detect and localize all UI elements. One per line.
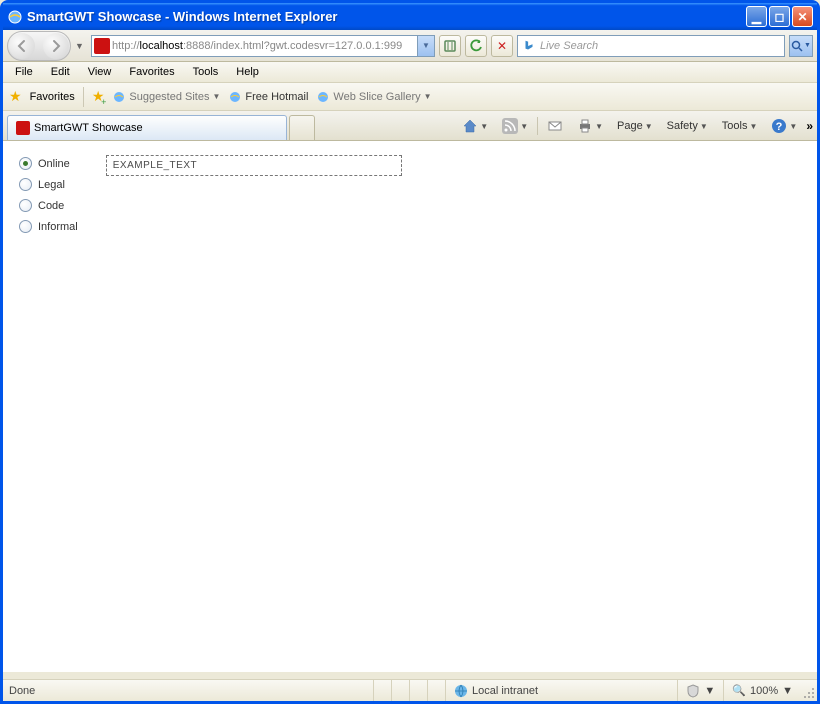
home-icon	[462, 118, 478, 134]
status-panel	[427, 680, 445, 701]
bing-icon	[522, 39, 536, 53]
maximize-button[interactable]: ◻	[769, 6, 790, 27]
separator	[83, 87, 84, 107]
menu-help[interactable]: Help	[228, 63, 267, 81]
menu-favorites[interactable]: Favorites	[121, 63, 182, 81]
suggested-sites-link[interactable]: Suggested Sites ▼	[112, 90, 220, 104]
favorites-bar: ★ Favorites ★+ Suggested Sites ▼ Free Ho…	[3, 83, 817, 111]
tab-bar: SmartGWT Showcase ▼ ▼ ▼ Page▼ Safety▼ To…	[3, 111, 817, 141]
mail-icon	[547, 118, 563, 134]
status-panel	[391, 680, 409, 701]
radio-label: Code	[38, 200, 64, 212]
search-go-button[interactable]: ▼	[789, 35, 813, 57]
status-panel	[373, 680, 391, 701]
add-favorite-icon[interactable]: ★+	[92, 88, 105, 105]
print-icon	[577, 118, 593, 134]
security-zone[interactable]: Local intranet	[445, 680, 585, 701]
refresh-button[interactable]	[465, 35, 487, 57]
minimize-button[interactable]: ▁	[746, 6, 767, 27]
home-button[interactable]: ▼	[457, 115, 493, 137]
navigation-toolbar: ▼ http://localhost:8888/index.html?gwt.c…	[3, 30, 817, 62]
chevron-down-icon: ▼	[424, 92, 432, 101]
chevron-down-icon: ▼	[704, 685, 715, 697]
forward-button[interactable]	[43, 33, 69, 59]
favorites-star-icon[interactable]: ★	[9, 88, 22, 105]
menu-view[interactable]: View	[80, 63, 120, 81]
shield-icon	[686, 684, 700, 698]
radio-control[interactable]	[19, 157, 32, 170]
radio-online[interactable]: Online	[19, 157, 78, 170]
ie-icon	[112, 90, 126, 104]
radio-code[interactable]: Code	[19, 199, 78, 212]
command-bar: ▼ ▼ ▼ Page▼ Safety▼ Tools▼ ? ▼ »	[457, 115, 813, 137]
window-title: SmartGWT Showcase - Windows Internet Exp…	[27, 9, 746, 24]
ie-icon	[228, 90, 242, 104]
example-text-input[interactable]	[106, 155, 402, 176]
chevron-down-icon: ▼	[782, 685, 793, 697]
radio-legal[interactable]: Legal	[19, 178, 78, 191]
menu-file[interactable]: File	[7, 63, 41, 81]
radio-informal[interactable]: Informal	[19, 220, 78, 233]
favorites-label[interactable]: Favorites	[30, 91, 75, 103]
web-slice-link[interactable]: Web Slice Gallery ▼	[316, 90, 431, 104]
overflow-icon[interactable]: »	[806, 119, 813, 133]
radio-label: Online	[38, 158, 70, 170]
search-placeholder: Live Search	[540, 40, 598, 52]
new-tab-button[interactable]	[289, 115, 315, 140]
search-dropdown-icon: ▼	[804, 42, 811, 49]
ie-icon	[316, 90, 330, 104]
safety-menu[interactable]: Safety▼	[662, 115, 713, 137]
radio-control[interactable]	[19, 178, 32, 191]
print-button[interactable]: ▼	[572, 115, 608, 137]
tools-menu[interactable]: Tools▼	[717, 115, 763, 137]
svg-text:?: ?	[776, 121, 783, 133]
tab-active[interactable]: SmartGWT Showcase	[7, 115, 287, 140]
address-dropdown[interactable]: ▼	[418, 35, 435, 57]
radio-label: Informal	[38, 221, 78, 233]
zoom-value: 100%	[750, 685, 778, 697]
radio-control[interactable]	[19, 220, 32, 233]
status-panel	[409, 680, 427, 701]
stop-button[interactable]: ✕	[491, 35, 513, 57]
url-text: http://localhost:8888/index.html?gwt.cod…	[112, 40, 402, 52]
zoom-control[interactable]: 🔍 100% ▼	[723, 680, 801, 701]
menu-edit[interactable]: Edit	[43, 63, 78, 81]
zoom-icon: 🔍	[732, 684, 746, 697]
menu-bar: File Edit View Favorites Tools Help	[3, 62, 817, 83]
close-button[interactable]: ✕	[792, 6, 813, 27]
compat-button[interactable]	[439, 35, 461, 57]
readmail-button[interactable]	[542, 115, 568, 137]
tab-favicon	[16, 121, 30, 135]
radio-control[interactable]	[19, 199, 32, 212]
site-icon	[94, 38, 110, 54]
search-input[interactable]: Live Search	[517, 35, 785, 57]
grip-icon	[803, 687, 815, 699]
protected-mode[interactable]: ▼	[677, 680, 723, 701]
radio-group: Online Legal Code Informal	[19, 155, 78, 233]
resize-grip[interactable]	[801, 680, 817, 701]
menu-tools[interactable]: Tools	[185, 63, 227, 81]
tab-title: SmartGWT Showcase	[34, 122, 143, 134]
history-dropdown-icon[interactable]: ▼	[75, 41, 87, 51]
status-text: Done	[3, 685, 373, 697]
zone-icon	[454, 684, 468, 698]
window-titlebar: SmartGWT Showcase - Windows Internet Exp…	[3, 3, 817, 30]
status-bar: Done Local intranet ▼ 🔍 100% ▼	[3, 679, 817, 701]
page-menu[interactable]: Page▼	[612, 115, 658, 137]
chevron-down-icon: ▼	[213, 92, 221, 101]
ie-logo-icon	[7, 9, 23, 25]
back-button[interactable]	[9, 33, 35, 59]
help-icon: ?	[771, 118, 787, 134]
feeds-button[interactable]: ▼	[497, 115, 533, 137]
address-bar[interactable]: http://localhost:8888/index.html?gwt.cod…	[91, 35, 418, 57]
radio-label: Legal	[38, 179, 65, 191]
page-content: Online Legal Code Informal	[3, 141, 817, 672]
help-button[interactable]: ? ▼	[766, 115, 802, 137]
free-hotmail-link[interactable]: Free Hotmail	[228, 90, 308, 104]
rss-icon	[502, 118, 518, 134]
